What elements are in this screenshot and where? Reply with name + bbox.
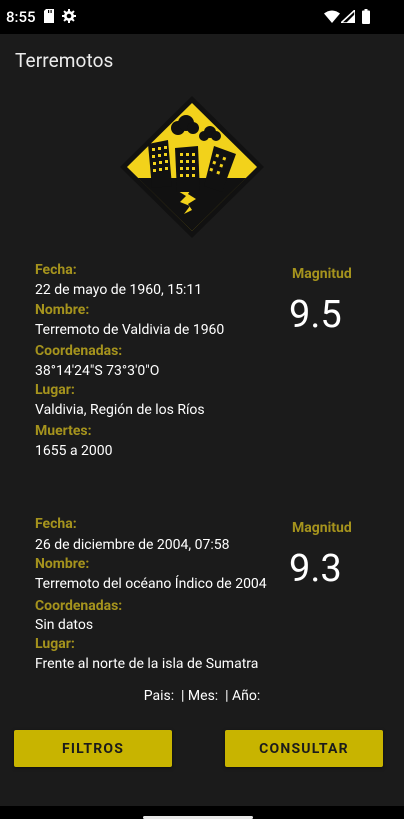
consultar-button[interactable]: CONSULTAR [225, 730, 383, 767]
filter-summary: Pais: | Mes: | Año: [143, 688, 261, 704]
status-bar: 8:55 [0, 0, 404, 34]
signal-icon [341, 10, 355, 23]
fecha-label: Fecha: [35, 262, 77, 278]
coordenadas-value: Sin datos [35, 617, 94, 633]
app-screen: Terremotos Fecha: 22 de mayo de 1960, 15… [0, 34, 404, 806]
filtros-button[interactable]: FILTROS [14, 730, 172, 767]
earthquake-warning-sign-icon [120, 96, 264, 238]
magnitud-label: Magnitud [292, 266, 352, 282]
navigation-bar [0, 806, 404, 819]
nombre-label: Nombre: [35, 302, 90, 318]
settings-gear-icon [62, 9, 76, 23]
lugar-label: Lugar: [35, 382, 75, 398]
muertes-value: 1655 a 2000 [35, 443, 113, 459]
nombre-value: Terremoto de Valdivia de 1960 [35, 322, 225, 338]
app-title: Terremotos [15, 49, 114, 72]
coordenadas-label: Coordenadas: [35, 343, 123, 359]
lugar-value: Valdivia, Región de los Ríos [35, 402, 205, 418]
nombre-label: Nombre: [35, 556, 90, 572]
status-time: 8:55 [6, 8, 36, 26]
coordenadas-label: Coordenadas: [35, 598, 123, 614]
wifi-icon [324, 10, 340, 23]
fecha-value: 26 de diciembre de 2004, 07:58 [35, 537, 230, 553]
fecha-label: Fecha: [35, 516, 77, 532]
magnitud-value: 9.5 [289, 293, 342, 337]
coordenadas-value: 38°14'24"S 73°3'0"O [35, 363, 160, 379]
battery-icon [362, 9, 370, 24]
sim-card-icon [44, 9, 54, 23]
lugar-value: Frente al norte de la isla de Sumatra [35, 656, 259, 672]
lugar-label: Lugar: [35, 636, 75, 652]
muertes-label: Muertes: [35, 423, 92, 439]
fecha-value: 22 de mayo de 1960, 15:11 [35, 282, 203, 298]
magnitud-label: Magnitud [292, 520, 352, 536]
magnitud-value: 9.3 [289, 547, 342, 591]
nombre-value: Terremoto del océano Índico de 2004 [35, 576, 267, 592]
